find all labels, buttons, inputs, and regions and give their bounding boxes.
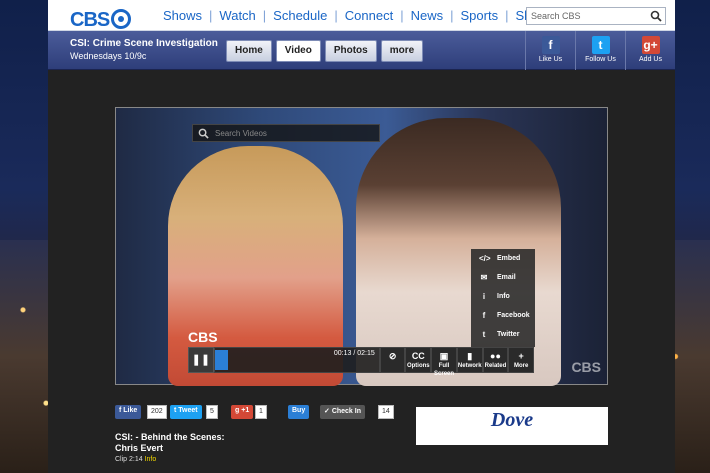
like-us-button[interactable]: f Like Us xyxy=(525,31,575,70)
cbs-eye-icon xyxy=(111,9,132,29)
nav-shows[interactable]: Shows xyxy=(163,8,202,23)
site-header: CBS Shows | Watch | Schedule | Connect | New… xyxy=(48,0,675,31)
video-controls: ❚❚ 00:13 / 02:15 ⊘ CC Options ▣ Full Scree… xyxy=(188,347,535,377)
tweet-button[interactable]: t Tweet xyxy=(170,405,202,419)
share-info[interactable]: i Info xyxy=(471,287,535,306)
video-logo-corner: CBS xyxy=(571,359,601,375)
no-icon[interactable]: ⊘ xyxy=(379,347,406,373)
facebook-icon: f xyxy=(541,36,560,54)
like-count: 202 xyxy=(147,405,167,419)
follow-us-button[interactable]: t Follow Us xyxy=(575,31,625,70)
time-readout: 00:13 / 02:15 xyxy=(333,350,375,357)
progress-fill xyxy=(214,350,228,370)
share-twitter[interactable]: t Twitter xyxy=(471,325,535,344)
nav-schedule[interactable]: Schedule xyxy=(273,8,327,23)
search-icon[interactable] xyxy=(650,10,662,22)
site-search-input[interactable]: Search CBS xyxy=(526,7,666,25)
nav-news[interactable]: News xyxy=(411,8,444,23)
nav-sports[interactable]: Sports xyxy=(461,8,499,23)
gplus-count: 1 xyxy=(255,405,267,419)
google-plus-icon: g+ xyxy=(641,36,660,54)
gplus-button[interactable]: g +1 xyxy=(231,405,254,419)
pause-button[interactable]: ❚❚ xyxy=(188,347,214,373)
network-button[interactable]: ▮ Network xyxy=(456,347,483,373)
show-tabs: Home Video Photos more xyxy=(226,40,424,62)
video-info-section: f Like 202 t Tweet 5 g +1 1 Buy ✓ Check … xyxy=(115,405,415,473)
tweet-count: 5 xyxy=(206,405,218,419)
clip-title[interactable]: CSI: - Behind the Scenes: Chris Evert xyxy=(115,432,225,454)
ad-brand: Dove xyxy=(490,409,534,431)
show-title[interactable]: CSI: Crime Scene Investigation xyxy=(70,38,218,49)
share-facebook[interactable]: f Facebook xyxy=(471,306,535,325)
twitter-icon: t xyxy=(482,330,486,339)
clip-meta: Clip 2:14 Info xyxy=(115,456,157,463)
fullscreen-button[interactable]: ▣ Full Screen xyxy=(431,347,457,377)
tab-home[interactable]: Home xyxy=(226,40,272,62)
cbs-logo[interactable]: CBS xyxy=(70,6,132,32)
embed-icon: </> xyxy=(479,254,491,263)
share-menu: </> Embed ✉ Email i Info f Facebook t Twitter xyxy=(471,249,535,347)
twitter-icon: t xyxy=(591,36,610,54)
tab-more[interactable]: more xyxy=(380,40,424,62)
check-in-count: 14 xyxy=(378,405,394,419)
site-search-placeholder: Search CBS xyxy=(531,11,581,21)
related-button[interactable]: ●● Related xyxy=(482,347,509,373)
share-embed[interactable]: </> Embed xyxy=(471,249,535,268)
info-icon: i xyxy=(482,292,486,301)
tab-photos[interactable]: Photos xyxy=(324,40,377,62)
facebook-icon: f xyxy=(482,311,486,320)
video-search-input[interactable]: Search Videos xyxy=(192,124,380,142)
email-icon: ✉ xyxy=(480,273,488,282)
nav-connect[interactable]: Connect xyxy=(345,8,393,23)
video-logo-watermark: CBS xyxy=(188,329,218,345)
tab-video[interactable]: Video xyxy=(275,40,321,62)
share-email[interactable]: ✉ Email xyxy=(471,268,535,287)
info-link[interactable]: Info xyxy=(145,456,157,463)
search-icon xyxy=(198,128,209,139)
facebook-like-button[interactable]: f Like xyxy=(115,405,142,419)
cc-button[interactable]: CC Options xyxy=(405,347,432,373)
progress-bar[interactable]: 00:13 / 02:15 xyxy=(213,347,380,373)
nav-watch[interactable]: Watch xyxy=(219,8,255,23)
buy-button[interactable]: Buy xyxy=(288,405,310,419)
add-us-button[interactable]: g+ Add Us xyxy=(625,31,675,70)
show-header: CSI: Crime Scene Investigation Wednesday… xyxy=(48,31,675,70)
show-schedule: Wednesdays 10/9c xyxy=(70,51,147,61)
main-nav: Shows | Watch | Schedule | Connect | News | S… xyxy=(163,8,546,23)
video-player[interactable]: Search Videos </> Embed ✉ Email i Info f Fac… xyxy=(115,107,608,386)
advertisement[interactable]: Dove xyxy=(416,407,608,445)
check-in-button[interactable]: ✓ Check In xyxy=(320,405,365,419)
more-button[interactable]: + More xyxy=(508,347,535,373)
